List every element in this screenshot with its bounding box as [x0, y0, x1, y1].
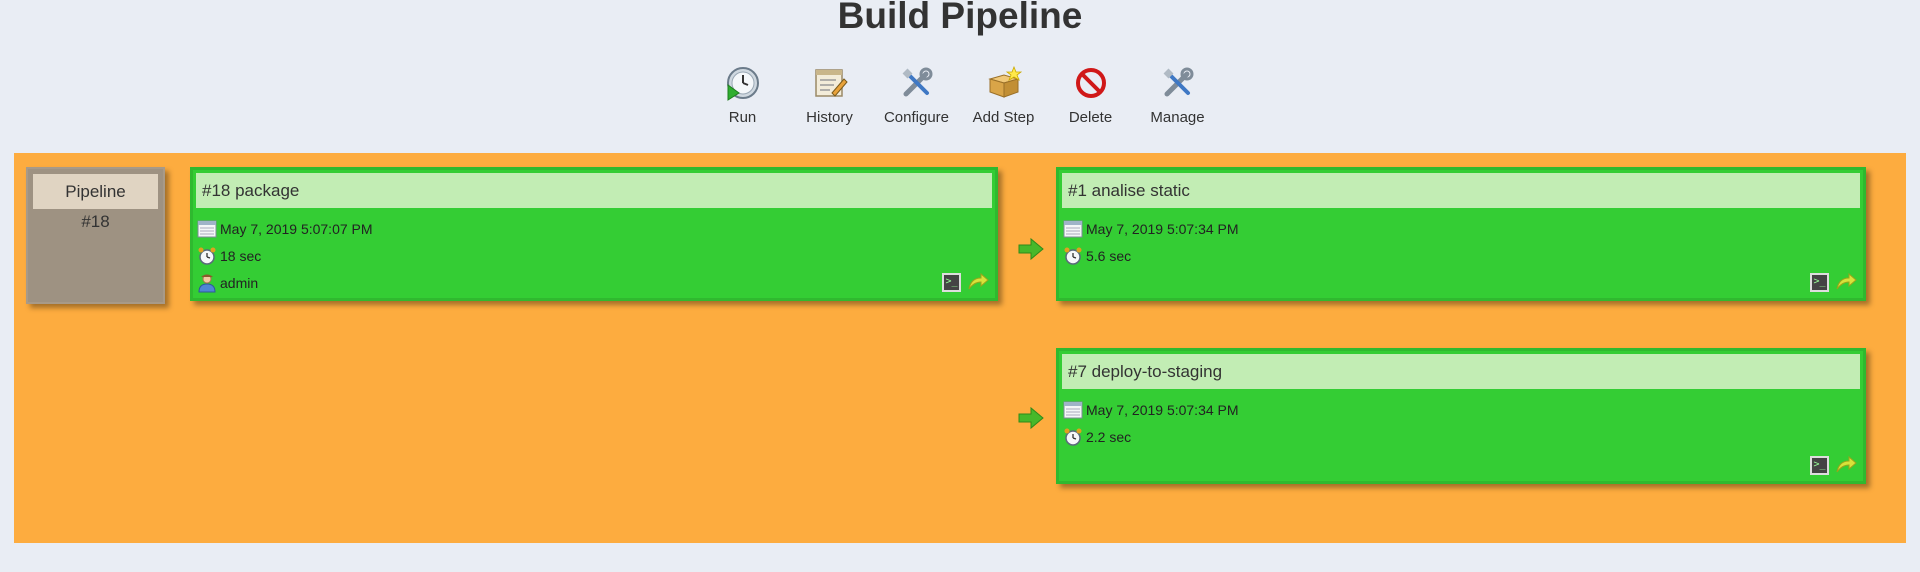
rerun-icon[interactable]: [967, 272, 989, 292]
build-duration: 18 sec: [220, 247, 262, 264]
delete-icon: [1071, 60, 1111, 106]
console-output-button[interactable]: >_: [1810, 272, 1829, 292]
manage-icon: [1158, 60, 1198, 106]
calendar-icon: [1062, 219, 1083, 239]
build-date: May 7, 2019 5:07:07 PM: [220, 220, 373, 237]
configure-icon: [897, 60, 937, 106]
history-icon: [810, 60, 850, 106]
page-title: Build Pipeline: [837, 0, 1083, 36]
run-label: Run: [728, 109, 757, 126]
run-button[interactable]: Run: [699, 60, 786, 126]
build-date-row: May 7, 2019 5:07:07 PM: [193, 215, 995, 242]
run-icon: [723, 60, 763, 106]
rerun-icon[interactable]: [1835, 455, 1857, 475]
terminal-icon: >_: [1813, 459, 1826, 470]
build-user-row: admin: [193, 269, 995, 296]
pipeline-label: Pipeline: [33, 174, 158, 209]
build-date: May 7, 2019 5:07:34 PM: [1086, 401, 1239, 418]
rerun-icon[interactable]: [1835, 272, 1857, 292]
build-duration-row: 2.2 sec: [1059, 423, 1863, 450]
delete-button[interactable]: Delete: [1047, 60, 1134, 126]
build-card-analise-static[interactable]: #1 analise static May 7, 2019 5:07:34 PM…: [1056, 167, 1866, 301]
manage-label: Manage: [1150, 109, 1205, 126]
user-icon: [196, 273, 217, 293]
manage-button[interactable]: Manage: [1134, 60, 1221, 126]
add-step-button[interactable]: Add Step: [960, 60, 1047, 126]
alarm-clock-icon: [1062, 246, 1083, 266]
pipeline-number: #18: [81, 212, 110, 231]
pipeline-board: Pipeline #18 #18 package May 7, 2019 5:0…: [14, 153, 1906, 543]
build-duration-row: 5.6 sec: [1059, 242, 1863, 269]
build-duration: 2.2 sec: [1086, 428, 1132, 445]
add-step-label: Add Step: [972, 109, 1035, 126]
terminal-icon: >_: [1813, 276, 1826, 287]
add-step-icon: [984, 60, 1024, 106]
calendar-icon: [1062, 400, 1083, 420]
delete-label: Delete: [1068, 109, 1113, 126]
build-title[interactable]: #7 deploy-to-staging: [1062, 354, 1860, 389]
build-title[interactable]: #18 package: [196, 173, 992, 208]
build-card-deploy-to-staging[interactable]: #7 deploy-to-staging May 7, 2019 5:07:34…: [1056, 348, 1866, 484]
configure-button[interactable]: Configure: [873, 60, 960, 126]
build-date: May 7, 2019 5:07:34 PM: [1086, 220, 1239, 237]
build-date-row: May 7, 2019 5:07:34 PM: [1059, 215, 1863, 242]
build-title[interactable]: #1 analise static: [1062, 173, 1860, 208]
console-output-button[interactable]: >_: [942, 272, 961, 292]
terminal-icon: >_: [945, 276, 958, 287]
alarm-clock-icon: [1062, 427, 1083, 447]
configure-label: Configure: [883, 109, 950, 126]
toolbar: Run History Configure Add Step Delete Ma…: [0, 60, 1920, 126]
history-label: History: [806, 109, 853, 126]
console-output-button[interactable]: >_: [1810, 455, 1829, 475]
build-user[interactable]: admin: [220, 275, 258, 291]
arrow-icon: [1018, 406, 1044, 430]
pipeline-box[interactable]: Pipeline #18: [26, 167, 165, 304]
build-card-package[interactable]: #18 package May 7, 2019 5:07:07 PM 18 se…: [190, 167, 998, 301]
arrow-icon: [1018, 237, 1044, 261]
history-button[interactable]: History: [786, 60, 873, 126]
build-duration: 5.6 sec: [1086, 247, 1132, 264]
alarm-clock-icon: [196, 246, 217, 266]
build-date-row: May 7, 2019 5:07:34 PM: [1059, 396, 1863, 423]
build-duration-row: 18 sec: [193, 242, 995, 269]
calendar-icon: [196, 219, 217, 239]
